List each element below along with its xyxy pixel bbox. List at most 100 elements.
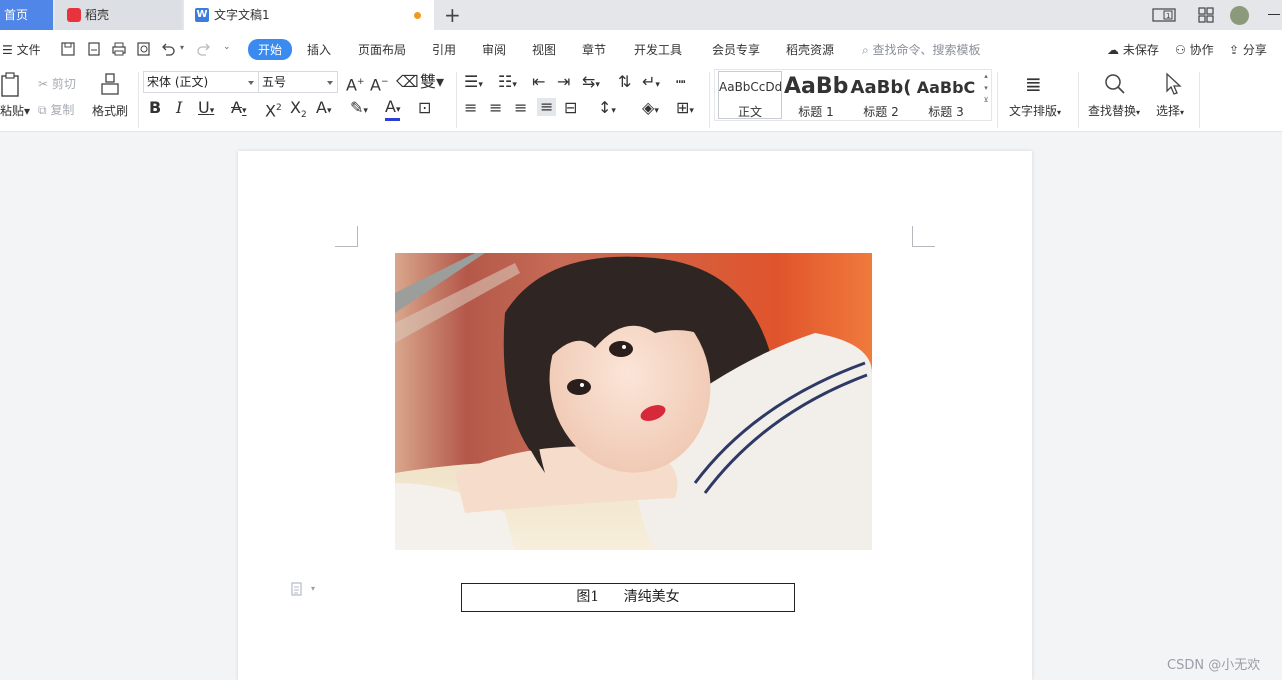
- format-painter-label[interactable]: 格式刷: [92, 102, 128, 119]
- find-replace-button[interactable]: 查找替换▾: [1088, 102, 1140, 119]
- decrease-indent-icon[interactable]: ⇤: [532, 73, 545, 91]
- increase-indent-icon[interactable]: ⇥: [557, 73, 570, 91]
- style-heading-3[interactable]: AaBbC 标题 3: [914, 70, 978, 120]
- font-color-icon[interactable]: A▾: [385, 99, 401, 121]
- command-search-placeholder: 查找命令、搜索模板: [872, 43, 981, 57]
- clear-format-icon[interactable]: ⌫: [396, 73, 419, 91]
- user-avatar[interactable]: [1230, 6, 1249, 25]
- copy-button[interactable]: ⧉ 复制: [38, 101, 74, 118]
- style-heading-1[interactable]: AaBb 标题 1: [784, 70, 848, 120]
- phonetic-guide-icon[interactable]: 雙▾: [420, 73, 444, 91]
- font-size-select[interactable]: 五号: [258, 71, 338, 93]
- tab-document[interactable]: W 文字文稿1: [184, 0, 434, 30]
- new-tab-button[interactable]: +: [444, 3, 461, 27]
- text-layout-icon[interactable]: ≣: [1025, 73, 1042, 95]
- style-normal[interactable]: AaBbCcDd 正文: [718, 71, 782, 119]
- share-button[interactable]: ⇪ 分享: [1229, 41, 1267, 58]
- distributed-align-icon[interactable]: ⊟: [564, 99, 577, 117]
- redo-icon[interactable]: [196, 41, 212, 57]
- collaborate-button[interactable]: ⚇ 协作: [1175, 41, 1214, 58]
- cut-button[interactable]: ✂ 剪切: [38, 75, 76, 92]
- document-page[interactable]: 图1 清纯美女: [238, 151, 1032, 680]
- tab-insert[interactable]: 插入: [307, 41, 331, 58]
- shading-icon[interactable]: ◈▾: [642, 99, 659, 120]
- svg-text:1: 1: [1166, 12, 1170, 20]
- align-left-icon[interactable]: ≡: [464, 99, 477, 117]
- bullet-list-icon[interactable]: ☰▾: [464, 73, 483, 94]
- command-search[interactable]: ⌕ 查找命令、搜索模板: [862, 41, 981, 58]
- line-break-icon[interactable]: ↵▾: [642, 73, 660, 94]
- sort-icon[interactable]: ⇅: [618, 73, 631, 91]
- text-layout-button[interactable]: 文字排版▾: [1009, 102, 1061, 119]
- char-border-icon[interactable]: ⊡: [418, 99, 431, 117]
- highlight-icon[interactable]: ✎▾: [350, 99, 368, 120]
- layout-view-icon[interactable]: 1: [1152, 7, 1176, 23]
- format-painter-icon[interactable]: [100, 72, 120, 98]
- margin-corner-top-right: [912, 226, 935, 247]
- print-icon[interactable]: [111, 41, 127, 57]
- paragraph-tool-icon[interactable]: [291, 582, 304, 597]
- divider: [997, 72, 998, 128]
- print-preview-icon[interactable]: [136, 41, 152, 57]
- copy-label: 复制: [50, 103, 75, 117]
- tab-daoke[interactable]: 稻壳: [55, 0, 182, 30]
- tab-page-layout[interactable]: 页面布局: [358, 41, 406, 58]
- collaborate-label: 协作: [1189, 43, 1214, 57]
- figure-caption[interactable]: 图1 清纯美女: [461, 583, 795, 612]
- tab-home[interactable]: 首页: [0, 0, 53, 30]
- unsaved-button[interactable]: ☁ 未保存: [1107, 41, 1159, 58]
- styles-gallery: AaBbCcDd 正文 AaBb 标题 1 AaBb( 标题 2 AaBbC 标…: [714, 69, 992, 121]
- align-center-icon[interactable]: ≡: [489, 99, 502, 117]
- undo-icon[interactable]: [160, 41, 176, 57]
- undo-dropdown-icon[interactable]: ▾: [180, 43, 184, 52]
- select-button[interactable]: 选择▾: [1156, 102, 1184, 119]
- tab-sections[interactable]: 章节: [582, 41, 606, 58]
- bold-icon[interactable]: B: [149, 99, 161, 117]
- decrease-font-icon[interactable]: A−: [370, 73, 389, 94]
- tab-references[interactable]: 引用: [432, 41, 456, 58]
- superscript-icon[interactable]: X2: [265, 99, 282, 120]
- style-sample: AaBbCcDd: [719, 80, 781, 94]
- font-name-select[interactable]: 宋体 (正文): [143, 71, 259, 93]
- strikethrough-icon[interactable]: A▾: [231, 99, 246, 120]
- subscript-icon[interactable]: X2: [290, 98, 307, 124]
- grid-apps-icon[interactable]: [1197, 7, 1215, 23]
- export-pdf-icon[interactable]: [86, 41, 102, 57]
- tab-document-label: 文字文稿1: [214, 8, 270, 22]
- find-replace-icon[interactable]: [1103, 72, 1127, 96]
- underline-icon[interactable]: U▾: [198, 99, 214, 120]
- style-name: 标题 3: [928, 105, 964, 119]
- paste-icon[interactable]: [0, 72, 22, 98]
- menu-row: ☰ 文件 ▾ ⌄ 开始 插入 页面布局 引用 审阅 视图 章节 开发工具 会员专…: [0, 30, 1282, 68]
- tab-member[interactable]: 会员专享: [712, 41, 760, 58]
- inserted-photo[interactable]: [395, 253, 872, 550]
- justify-icon[interactable]: ≡: [537, 98, 557, 116]
- borders-icon[interactable]: ⊞▾: [676, 99, 694, 120]
- file-menu[interactable]: ☰ 文件: [2, 41, 41, 58]
- tab-daoke-label: 稻壳: [85, 8, 110, 22]
- paste-button[interactable]: 粘贴▾: [0, 102, 30, 119]
- numbered-list-icon[interactable]: ☷▾: [498, 73, 517, 94]
- style-heading-2[interactable]: AaBb( 标题 2: [849, 70, 913, 120]
- tab-daoke-resources[interactable]: 稻壳资源: [786, 41, 834, 58]
- italic-icon[interactable]: I: [176, 99, 182, 117]
- styles-scroll[interactable]: ▴ ▾ ⊻: [981, 70, 991, 120]
- tab-view[interactable]: 视图: [532, 41, 556, 58]
- tabs-ruler-icon[interactable]: ┉: [676, 73, 686, 91]
- wps-writer-icon: W: [195, 8, 209, 22]
- text-effect-icon[interactable]: A▾: [316, 99, 331, 120]
- save-icon[interactable]: [60, 41, 76, 57]
- tab-start[interactable]: 开始: [248, 39, 293, 60]
- divider: [709, 72, 710, 128]
- tab-developer[interactable]: 开发工具: [634, 41, 682, 58]
- line-spacing-icon[interactable]: ↕▾: [598, 99, 616, 120]
- select-cursor-icon[interactable]: [1163, 72, 1183, 96]
- quick-access-more-icon[interactable]: ⌄: [223, 42, 231, 52]
- paragraph-tool-dropdown-icon[interactable]: ▾: [311, 584, 315, 593]
- tab-review[interactable]: 审阅: [482, 41, 506, 58]
- align-right-icon[interactable]: ≡: [514, 99, 527, 117]
- divider: [1078, 72, 1079, 128]
- increase-font-icon[interactable]: A+: [346, 73, 365, 94]
- minimize-button[interactable]: [1268, 14, 1280, 15]
- text-direction-icon[interactable]: ⇆▾: [582, 73, 600, 94]
